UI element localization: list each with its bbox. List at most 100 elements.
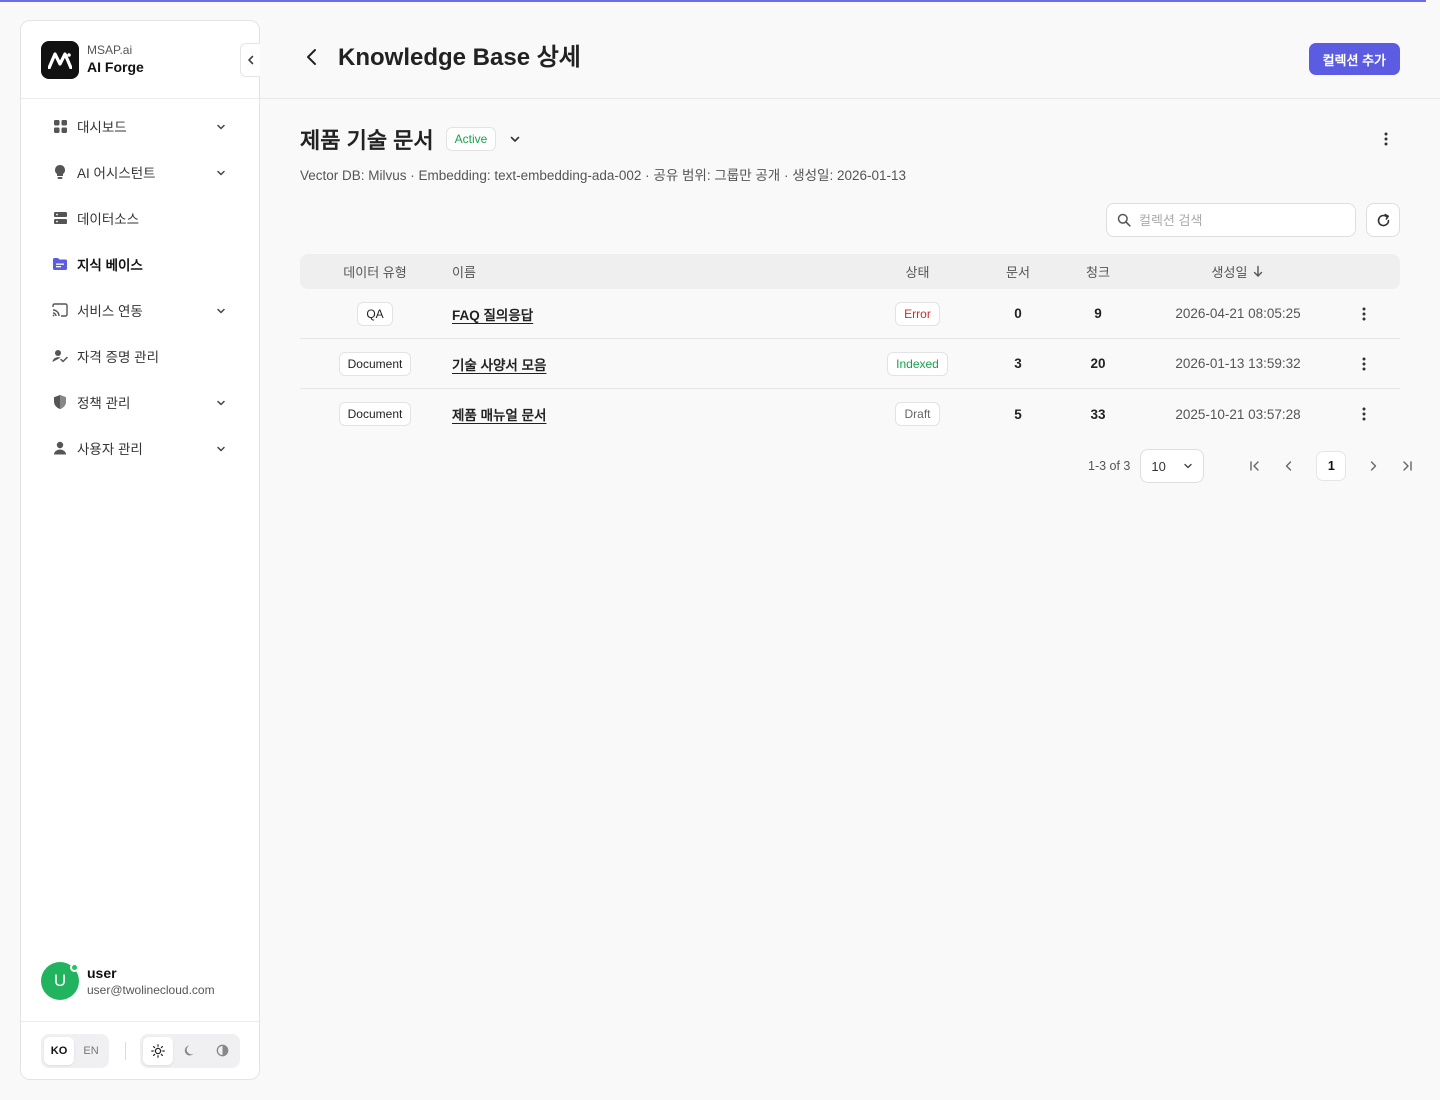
sidebar-item-ai-assistant[interactable]: AI 어시스턴트 [21, 149, 259, 195]
status-badge: Error [895, 301, 940, 326]
sidebar-item-policy[interactable]: 정책 관리 [21, 379, 259, 425]
brand[interactable]: MSAP.ai AI Forge [21, 21, 260, 99]
refresh-button[interactable] [1366, 203, 1400, 237]
user-profile[interactable]: U user user@twolinecloud.com [21, 941, 259, 1021]
arrow-left-icon [307, 49, 316, 65]
sidebar-item-credentials[interactable]: 자격 증명 관리 [21, 333, 259, 379]
collection-name-link[interactable]: 제품 매뉴얼 문서 [452, 404, 546, 424]
page-size-value: 10 [1151, 458, 1166, 474]
col-header-type: 데이터 유형 [343, 265, 407, 280]
sidebar-item-label: 대시보드 [77, 120, 127, 135]
collection-name-link[interactable]: FAQ 질의응답 [452, 304, 533, 324]
kb-heading: 제품 기술 문서 Active [300, 124, 522, 154]
moon-icon [184, 1045, 193, 1056]
sidebar-item-label: 정책 관리 [77, 396, 131, 411]
contrast-icon [216, 1044, 228, 1057]
chevron-down-icon [215, 166, 227, 178]
prev-page-button[interactable] [1274, 451, 1304, 481]
row-more-menu-button[interactable] [1350, 389, 1378, 439]
lightbulb-icon [52, 164, 68, 180]
current-page-button[interactable]: 1 [1316, 451, 1347, 481]
data-type-badge: Document [338, 402, 412, 426]
refresh-icon [1377, 213, 1389, 226]
doc-count: 5 [1014, 406, 1022, 422]
chevron-down-icon [511, 136, 520, 142]
status-badge: Indexed [887, 351, 948, 376]
collection-search[interactable] [1106, 203, 1356, 237]
sun-icon [151, 1043, 165, 1058]
pagination-info: 1-3 of 3 [1088, 459, 1131, 473]
page-header: Knowledge Base 상세 컬렉션 추가 [260, 2, 1440, 99]
sidebar-item-knowledge-base[interactable]: 지식 베이스 [21, 241, 259, 287]
row-more-menu-button[interactable] [1350, 289, 1378, 338]
more-vertical-icon [1362, 407, 1366, 421]
chevron-down-icon [215, 442, 227, 454]
chevron-down-icon [215, 120, 227, 132]
lang-en-button[interactable]: EN [76, 1037, 106, 1065]
next-page-button[interactable] [1358, 451, 1388, 481]
search-input[interactable] [1139, 212, 1339, 228]
chevron-down-icon [215, 304, 227, 316]
kb-more-menu-button[interactable] [1376, 129, 1396, 149]
doc-count: 3 [1014, 356, 1022, 371]
collections-table: 데이터 유형 이름 상태 문서 청크 생성일 QA FAQ 질의응답 Error 0 9… [300, 254, 1400, 439]
table-body: QA FAQ 질의응답 Error 0 9 2026-04-21 08:05:25 Docu… [300, 289, 1400, 439]
data-type-badge: Document [338, 351, 412, 376]
created-date: 2026-04-21 08:05:25 [1175, 306, 1301, 321]
table-row[interactable]: Document 기술 사양서 모음 Indexed 3 20 2026-01-13 13… [300, 339, 1400, 389]
theme-light-button[interactable] [143, 1036, 173, 1065]
page-size-select[interactable]: 10 [1140, 449, 1205, 483]
chevron-left-icon [247, 55, 253, 65]
chunk-count: 20 [1090, 356, 1106, 371]
brand-name: AI Forge [87, 59, 144, 75]
last-page-icon [1403, 461, 1413, 471]
created-date: 2026-01-13 13:59:32 [1175, 356, 1301, 371]
sidebar-item-label: 서비스 연동 [77, 304, 143, 319]
add-collection-button[interactable]: 컬렉션 추가 [1308, 43, 1400, 75]
theme-dark-button[interactable] [175, 1037, 205, 1065]
user-check-icon [52, 348, 68, 364]
chevron-down-icon [1184, 463, 1193, 469]
collapse-sidebar-button[interactable] [240, 43, 260, 77]
table-row[interactable]: Document 제품 매뉴얼 문서 Draft 5 33 2025-10-21 03:5… [300, 389, 1400, 439]
back-button[interactable] [300, 45, 324, 69]
theme-system-button[interactable] [207, 1037, 237, 1065]
data-type-badge: QA [357, 301, 393, 326]
chunk-count: 33 [1090, 406, 1106, 422]
sidebar-nav: 대시보드 AI 어시스턴트데이터소스 지식 베이스서비스 연동자격 증명 관리정책 … [21, 99, 259, 471]
avatar-initial: U [53, 971, 67, 990]
last-page-button[interactable] [1392, 451, 1422, 481]
user-email: user@twolinecloud.com [87, 983, 215, 997]
brand-logo-icon [41, 40, 79, 79]
sidebar: MSAP.ai AI Forge 대시보드 AI 어시스턴트데이터소스 지식 베이스… [20, 20, 260, 1080]
page-title: Knowledge Base 상세 [338, 44, 581, 71]
lang-ko-button[interactable]: KO [44, 1036, 74, 1065]
table-row[interactable]: QA FAQ 질의응답 Error 0 9 2026-04-21 08:05:25 [300, 289, 1400, 339]
brand-sub: MSAP.ai [87, 43, 133, 57]
sidebar-item-label: 사용자 관리 [77, 442, 143, 457]
sidebar-item-dashboard[interactable]: 대시보드 [21, 103, 259, 149]
kb-status-dropdown[interactable] [508, 132, 522, 146]
sidebar-item-label: AI 어시스턴트 [77, 166, 156, 181]
dashboard-icon [52, 118, 68, 134]
theme-toggle [140, 1033, 240, 1068]
sidebar-item-datasource[interactable]: 데이터소스 [21, 195, 259, 241]
more-vertical-icon [1384, 132, 1388, 146]
col-header-date-label: 생성일 [1211, 265, 1248, 280]
chunk-count: 9 [1094, 306, 1102, 321]
user-name: user [87, 965, 117, 981]
pagination: 1-3 of 3 10 1 [1088, 449, 1422, 483]
kb-status-badge: Active [445, 127, 497, 151]
kb-meta: Vector DB: Milvus · Embedding: text-embe… [300, 168, 907, 183]
row-more-menu-button[interactable] [1350, 339, 1378, 388]
col-header-date[interactable]: 생성일 [1138, 254, 1338, 289]
collection-name-link[interactable]: 기술 사양서 모음 [452, 354, 546, 374]
sidebar-item-users[interactable]: 사용자 관리 [21, 425, 259, 471]
more-vertical-icon [1362, 307, 1366, 320]
avatar: U [41, 962, 79, 1000]
sidebar-item-service-integration[interactable]: 서비스 연동 [21, 287, 259, 333]
chevron-left-icon [1286, 461, 1292, 471]
col-header-docs: 문서 [1006, 265, 1030, 280]
first-page-button[interactable] [1240, 451, 1270, 481]
sidebar-footer: KO EN [21, 1021, 259, 1079]
